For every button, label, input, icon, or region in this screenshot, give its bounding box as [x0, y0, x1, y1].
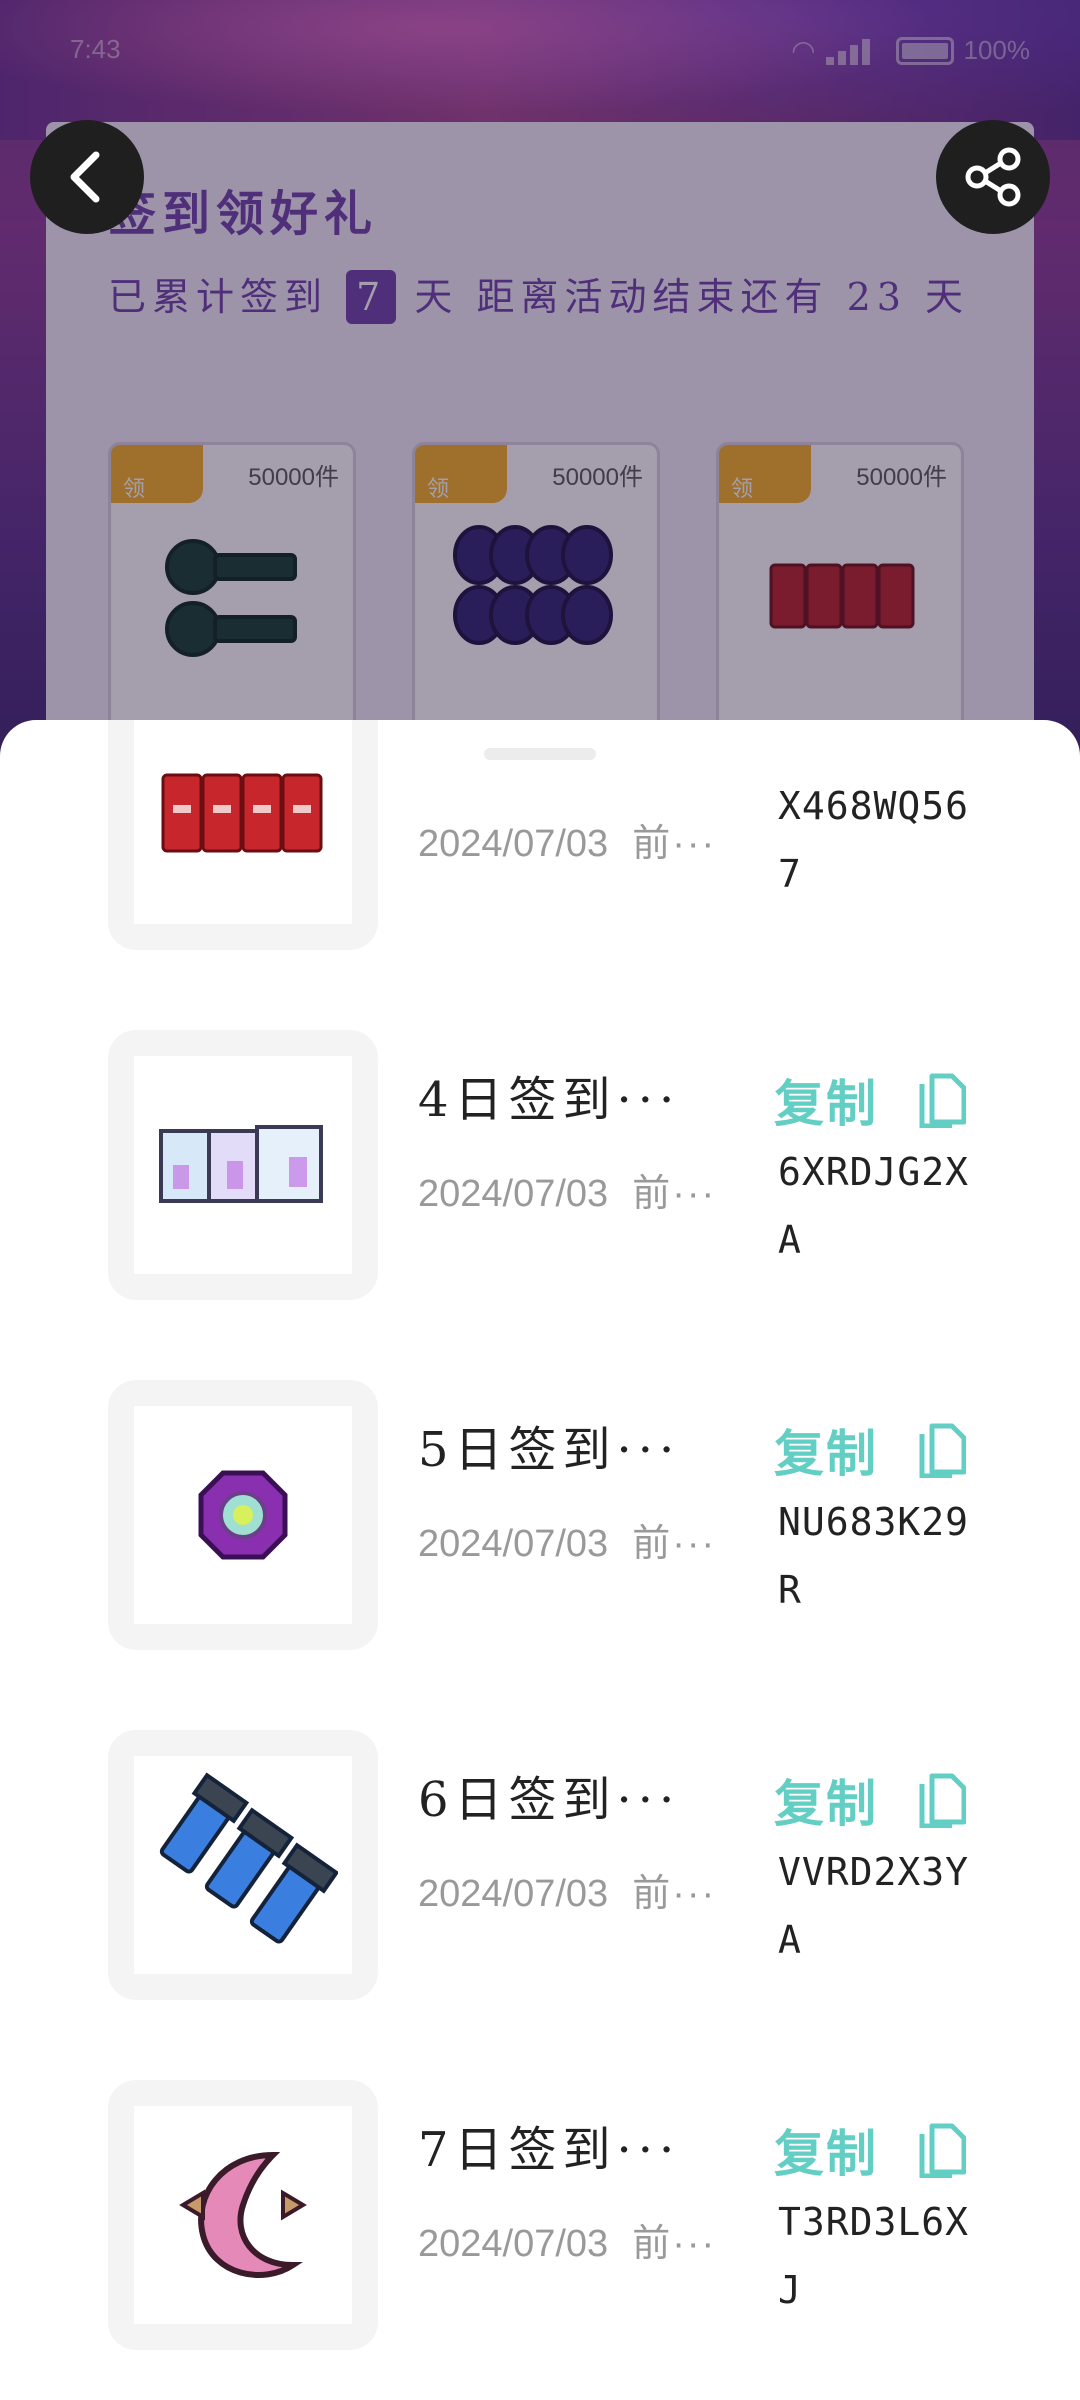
- list-item: 2024/07/03 前··· X468WQ567: [0, 720, 1080, 950]
- redeem-code: T3RD3L6XJ: [778, 2200, 970, 2312]
- redeem-code: X468WQ567: [778, 784, 970, 896]
- list-item: 5日签到··· 2024/07/03 前··· 复制 NU683K29R: [0, 1380, 1080, 1650]
- date-text: 2024/07/03: [418, 1173, 609, 1215]
- date-more: 前···: [632, 823, 717, 865]
- rewards-sheet: 2024/07/03 前··· X468WQ567 4日签到··· 2024/07…: [0, 720, 1080, 2400]
- copy-label: 复制: [774, 1774, 878, 1833]
- redeem-code: VVRD2X3YA: [778, 1850, 970, 1962]
- redeem-code: 6XRDJG2XA: [778, 1150, 970, 1262]
- share-button[interactable]: [936, 120, 1050, 234]
- reward-thumbnail: [108, 720, 378, 950]
- copy-label: 复制: [774, 2124, 878, 2183]
- reward-thumbnail: [108, 1380, 378, 1650]
- copy-button[interactable]: 复制: [774, 1064, 966, 1136]
- reward-title: 7日签到···: [418, 2122, 681, 2178]
- reward-date: 2024/07/03 前···: [418, 2212, 716, 2267]
- reward-date: 2024/07/03 前···: [418, 1862, 716, 1917]
- copy-label: 复制: [774, 1424, 878, 1483]
- reward-title: 4日签到···: [418, 1072, 681, 1128]
- activity-page-background: 7:43 ◠ 100% 签到领好礼 已累计签到 7 天 距离活动结束还有 23 …: [0, 0, 1080, 760]
- flashlights-icon: [159, 1772, 338, 1944]
- date-text: 2024/07/03: [418, 823, 609, 865]
- reward-thumbnail: [108, 1030, 378, 1300]
- back-button[interactable]: [30, 120, 144, 234]
- copy-button[interactable]: 复制: [774, 1764, 966, 1836]
- date-text: 2024/07/03: [418, 1873, 609, 1915]
- reward-thumbnail: [108, 2080, 378, 2350]
- reward-title: 6日签到···: [418, 1772, 681, 1828]
- date-text: 2024/07/03: [418, 1523, 609, 1565]
- reward-title: 5日签到···: [418, 1422, 681, 1478]
- list-item: 7日签到··· 2024/07/03 前··· 复制 T3RD3L6XJ: [0, 2080, 1080, 2350]
- redeem-code: NU683K29R: [778, 1500, 970, 1612]
- copy-icon: [919, 2123, 966, 2178]
- copy-button[interactable]: 复制: [774, 2114, 966, 2186]
- crescent-icon: [179, 2151, 307, 2278]
- reward-date: 2024/07/03 前···: [418, 1512, 716, 1567]
- copy-icon: [919, 1773, 966, 1828]
- date-more: 前···: [632, 1873, 717, 1915]
- copy-icon: [919, 1073, 966, 1128]
- cans-icon: [161, 773, 323, 853]
- list-item: 4日签到··· 2024/07/03 前··· 复制 6XRDJG2XA: [0, 1030, 1080, 1300]
- crystal-blocks-icon: [159, 1125, 323, 1203]
- reward-date: 2024/07/03 前···: [418, 1162, 716, 1217]
- reward-date: 2024/07/03 前···: [418, 812, 716, 867]
- date-more: 前···: [632, 1173, 717, 1215]
- share-icon: [965, 147, 1021, 207]
- date-more: 前···: [632, 2223, 717, 2265]
- date-text: 2024/07/03: [418, 2223, 609, 2265]
- chevron-left-icon: [70, 151, 100, 203]
- copy-button[interactable]: 复制: [774, 1414, 966, 1486]
- list-item: 6日签到··· 2024/07/03 前··· 复制 VVRD2X3YA: [0, 1730, 1080, 2000]
- copy-label: 复制: [774, 1074, 878, 1133]
- dim-overlay[interactable]: [0, 0, 1080, 760]
- date-more: 前···: [632, 1523, 717, 1565]
- reward-thumbnail: [108, 1730, 378, 2000]
- copy-icon: [919, 1423, 966, 1478]
- gem-icon: [198, 1470, 288, 1560]
